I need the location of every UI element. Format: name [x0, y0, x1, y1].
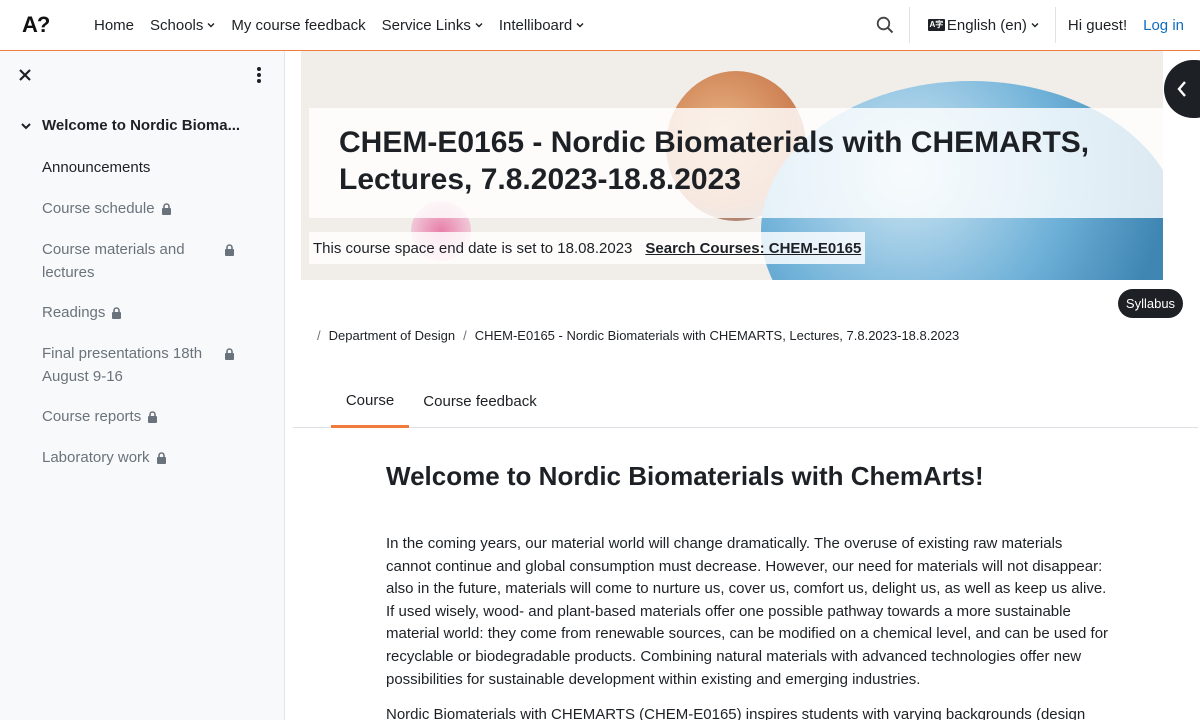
- nav-intelliboard-label: Intelliboard: [498, 16, 573, 34]
- section-welcome[interactable]: Welcome to Nordic Bioma...: [20, 117, 240, 134]
- welcome-heading: Welcome to Nordic Biomaterials with Chem…: [386, 461, 984, 491]
- chevron-down-icon: [576, 23, 584, 28]
- drawer-item-label: Final presentations 18th August 9-16: [42, 345, 203, 385]
- language-label: English (en): [946, 16, 1027, 34]
- drawer-item-label: Laboratory work: [42, 449, 150, 466]
- nav-intelliboard[interactable]: Intelliboard: [491, 17, 592, 34]
- drawer-item-course-materials[interactable]: Course materials and lectures: [42, 238, 242, 284]
- breadcrumb-department[interactable]: Department of Design: [329, 328, 455, 343]
- open-block-drawer-button[interactable]: [1164, 60, 1200, 118]
- intro-paragraph-2: Nordic Biomaterials with CHEMARTS (CHEM-…: [386, 706, 1086, 720]
- nav-schools-label: Schools: [150, 16, 204, 34]
- drawer-item-announcements[interactable]: Announcements: [42, 156, 242, 179]
- chevron-down-icon: [475, 23, 483, 28]
- search-courses-link[interactable]: Search Courses: CHEM-E0165: [645, 240, 861, 257]
- course-end-date-note: This course space end date is set to 18.…: [309, 232, 866, 264]
- lock-icon: [161, 203, 171, 215]
- nav-home-label: Home: [94, 16, 135, 34]
- lock-icon: [148, 411, 158, 423]
- tab-course[interactable]: Course: [331, 375, 409, 428]
- drawer-item-course-schedule[interactable]: Course schedule: [42, 197, 242, 220]
- drawer-item-label: Announcements: [42, 159, 151, 176]
- drawer-options-button[interactable]: [257, 67, 261, 85]
- course-title-box: CHEM-E0165 - Nordic Biomaterials with CH…: [309, 108, 1163, 218]
- search-icon: [876, 16, 894, 34]
- breadcrumb-separator: /: [317, 328, 321, 343]
- nav-service-links[interactable]: Service Links: [374, 17, 491, 34]
- section-title: Welcome to Nordic Bioma...: [42, 117, 241, 134]
- drawer-item-final-presentations[interactable]: Final presentations 18th August 9-16: [42, 342, 242, 388]
- breadcrumb-separator: /: [463, 328, 467, 343]
- kebab-dot: [257, 73, 261, 77]
- navbar-right: A字 English (en) Hi guest! Log in: [863, 0, 1200, 50]
- tab-course-feedback-label: Course feedback: [423, 393, 537, 410]
- lock-icon: [225, 348, 234, 360]
- nav-home[interactable]: Home: [86, 17, 142, 34]
- language-menu[interactable]: A字 English (en): [910, 17, 1055, 34]
- breadcrumb-course[interactable]: CHEM-E0165 - Nordic Biomaterials with CH…: [475, 328, 960, 343]
- course-index-drawer: Welcome to Nordic Bioma... Announcements…: [0, 51, 285, 720]
- chevron-down-icon: [21, 122, 31, 129]
- drawer-item-label: Course materials and lectures: [42, 241, 185, 281]
- end-date-text: This course space end date is set to 18.…: [313, 239, 633, 257]
- drawer-item-course-reports[interactable]: Course reports: [42, 405, 242, 428]
- close-icon: [19, 69, 31, 81]
- close-drawer-button[interactable]: [18, 66, 32, 87]
- lock-icon: [112, 307, 122, 319]
- drawer-item-label: Readings: [42, 304, 106, 321]
- kebab-dot: [257, 79, 261, 83]
- drawer-item-laboratory-work[interactable]: Laboratory work: [42, 446, 242, 469]
- intro-paragraph: In the coming years, our material world …: [386, 535, 1109, 688]
- drawer-item-readings[interactable]: Readings: [42, 301, 242, 324]
- breadcrumb: / Department of Design / CHEM-E0165 - No…: [317, 328, 967, 343]
- search-button[interactable]: [863, 0, 907, 50]
- nav-my-course-feedback[interactable]: My course feedback: [223, 17, 373, 34]
- language-icon: A字: [927, 19, 945, 31]
- kebab-icon: [257, 67, 261, 71]
- syllabus-button[interactable]: Syllabus: [1118, 289, 1183, 318]
- course-title: CHEM-E0165 - Nordic Biomaterials with CH…: [339, 126, 1090, 196]
- tab-course-label: Course: [345, 391, 395, 409]
- lock-icon: [225, 244, 234, 256]
- chevron-down-icon: [207, 23, 215, 28]
- nav-service-links-label: Service Links: [381, 16, 471, 34]
- guest-greeting: Hi guest!: [1067, 16, 1128, 34]
- top-navbar: A? Home Schools My course feedback Servi…: [0, 0, 1200, 51]
- tab-course-feedback[interactable]: Course feedback: [409, 375, 551, 428]
- drawer-item-label: Course reports: [42, 408, 142, 425]
- site-logo[interactable]: A?: [22, 12, 50, 38]
- course-header-banner: CHEM-E0165 - Nordic Biomaterials with CH…: [301, 51, 1163, 280]
- nav-schools[interactable]: Schools: [142, 17, 223, 34]
- chevron-left-icon: [1177, 81, 1186, 97]
- chevron-down-icon: [1031, 23, 1039, 28]
- drawer-item-label: Course schedule: [42, 200, 155, 217]
- lock-icon: [156, 452, 166, 464]
- course-tabs: Course Course feedback: [293, 375, 1198, 428]
- primary-navigation: Home Schools My course feedback Service …: [86, 0, 592, 50]
- login-link[interactable]: Log in: [1135, 17, 1200, 34]
- nav-my-course-feedback-label: My course feedback: [231, 16, 366, 34]
